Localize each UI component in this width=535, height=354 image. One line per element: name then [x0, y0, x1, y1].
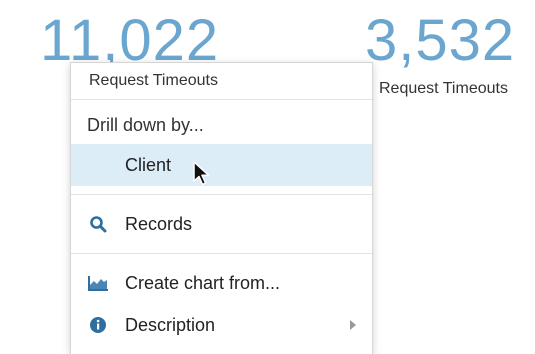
context-menu: Request Timeouts Drill down by... Client… [70, 62, 373, 354]
area-chart-icon [87, 272, 109, 294]
dashboard-canvas: 11,022 3,532 Request Timeouts Request Ti… [0, 0, 535, 354]
menu-item-description[interactable]: Description [71, 304, 372, 346]
menu-item-records[interactable]: Records [71, 203, 372, 245]
chevron-right-icon [350, 320, 356, 330]
metric-label-right: Request Timeouts [379, 80, 508, 97]
search-icon [87, 213, 109, 235]
metric-value-right[interactable]: 3,532 [365, 12, 515, 70]
info-icon [87, 314, 109, 336]
menu-item-create-chart[interactable]: Create chart from... [71, 262, 372, 304]
menu-item-label: Create chart from... [125, 272, 281, 293]
drill-down-item-label: Client [125, 154, 172, 175]
menu-item-label: Description [125, 314, 216, 335]
context-menu-header: Request Timeouts [71, 63, 372, 100]
drill-down-label: Drill down by... [87, 115, 204, 135]
menu-item-label: Records [125, 213, 193, 234]
mouse-pointer-icon [193, 161, 210, 186]
drill-down-item-client[interactable]: Client [71, 144, 372, 186]
